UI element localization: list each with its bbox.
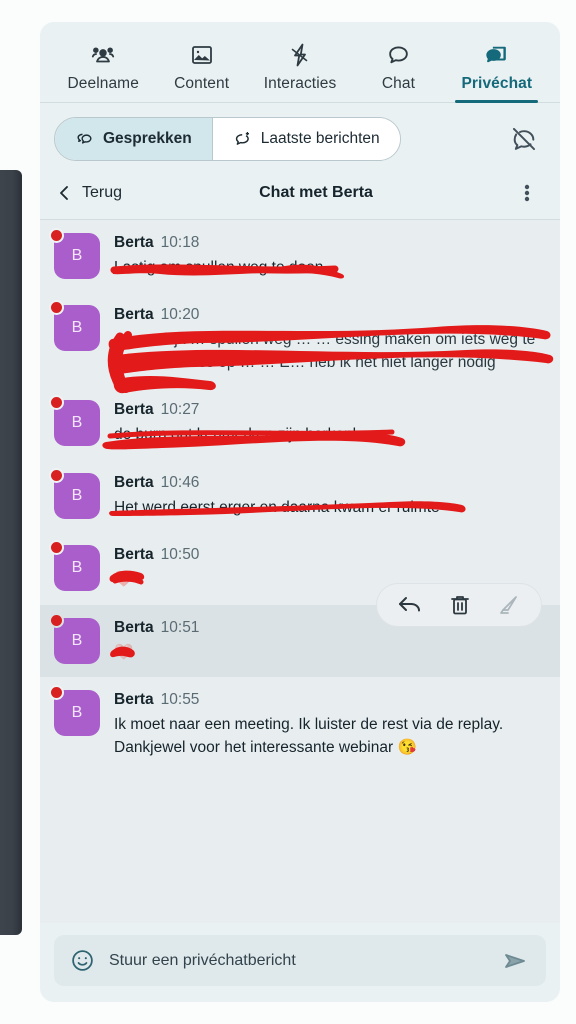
chevron-left-icon (56, 184, 72, 202)
avatar-wrap: B (49, 467, 100, 519)
sender-name: Berta (114, 306, 154, 324)
message-text: Het werd eerst erger en daarna kwam er r… (109, 497, 466, 519)
avatar-wrap: B (49, 395, 100, 447)
message-body: Berta 10:46 Het werd eerst erger en daarn… (109, 473, 544, 519)
avatar-wrap: B (49, 540, 100, 592)
kebab-menu-icon[interactable] (510, 181, 544, 205)
message-item[interactable]: B Berta 10:55 Ik moet naar een meeting. I… (40, 677, 560, 772)
message-item[interactable]: B Berta 10:18 Lastig om spullen weg te do… (40, 220, 560, 292)
unread-dot-badge (49, 467, 64, 483)
timestamp: 10:50 (160, 546, 200, 564)
send-icon[interactable] (502, 949, 530, 973)
message-list[interactable]: B Berta 10:18 Lastig om spullen weg te do… (40, 220, 560, 923)
page-title: Chat met Berta (259, 184, 373, 201)
tab-label: Deelname (67, 75, 139, 92)
tab-label: Chat (381, 75, 415, 92)
message-text: de burn out kenmerken zijn herkenbaar (102, 424, 406, 450)
timestamp: 10:18 (160, 234, 200, 251)
tab-content[interactable]: Content (152, 36, 250, 102)
segment-label: Gesprekken (103, 130, 192, 147)
highlight-icon[interactable] (497, 593, 521, 617)
message-meta: Berta 10:20 (114, 306, 544, 324)
message-text: Ik moet naar een meeting. Ik luister de … (114, 716, 504, 756)
segment-laatste-berichten[interactable]: Laatste berichten (211, 118, 400, 160)
message-actions-toolbar (376, 582, 542, 627)
segment-gesprekken[interactable]: Gesprekken (55, 118, 212, 160)
trash-icon[interactable] (449, 593, 471, 617)
left-edge-rail (0, 170, 22, 935)
message-item[interactable]: B Berta 10:27 de burn out kenmerken zijn … (40, 387, 560, 459)
tab-deelname[interactable]: Deelname (54, 36, 152, 102)
sender-name: Berta (114, 401, 154, 419)
message-item[interactable]: B Berta 10:46 Het werd eerst erger en daa… (40, 460, 560, 532)
conversation-filter-row: Gesprekken Laatste berichten (40, 103, 560, 175)
chats-icon (75, 130, 94, 149)
lightning-bolt-icon (288, 42, 312, 68)
unread-dot-badge (49, 612, 64, 628)
timestamp: 10:51 (160, 618, 200, 636)
tab-label: Privéchat (461, 75, 533, 92)
tab-label: Interacties (263, 75, 337, 92)
timestamp: 10:46 (160, 473, 200, 491)
message-body: Berta 10:18 Lastig om spullen weg te doen (110, 233, 544, 279)
composer: Stuur een privéchatbericht (40, 923, 560, 1002)
conversation-header: Terug Chat met Berta (40, 175, 560, 220)
back-button[interactable]: Terug (56, 184, 122, 202)
people-group-icon (90, 42, 116, 68)
message-text: ❤️ (109, 569, 145, 591)
sender-name: Berta (114, 546, 154, 564)
tab-interacties[interactable]: Interacties (251, 36, 349, 102)
private-chat-icon (484, 42, 509, 68)
sender-name: Berta (114, 618, 154, 636)
message-item[interactable]: B Berta 10:20 … moeilijk … spullen weg … … (40, 292, 560, 394)
main-tabbar: Deelname Content Interacties Chat Privéc… (40, 22, 560, 103)
message-body: Berta 10:20 … moeilijk … spullen weg … … … (107, 305, 554, 394)
message-input[interactable]: Stuur een privéchatbericht (109, 952, 488, 970)
message-body: Berta 10:27 de burn out kenmerken zijn he… (102, 400, 544, 450)
message-text: Lastig om spullen weg te doen (110, 257, 345, 279)
sender-name: Berta (114, 234, 154, 251)
tab-chat[interactable]: Chat (349, 36, 447, 102)
message-meta: Berta 10:27 (114, 401, 544, 419)
message-meta: Berta 10:46 (114, 474, 544, 492)
avatar-wrap: B (49, 685, 100, 737)
message-text: … moeilijk … spullen weg … … essing make… (107, 325, 554, 394)
new-message-icon (233, 130, 252, 149)
message-meta: Berta 10:55 (114, 691, 544, 709)
segment-label: Laatste berichten (260, 130, 380, 147)
privechat-panel: Deelname Content Interacties Chat Privéc… (40, 22, 560, 1002)
message-meta: Berta 10:50 (114, 546, 544, 564)
timestamp: 10:55 (160, 691, 200, 709)
sender-name: Berta (114, 691, 154, 709)
avatar-wrap: B (49, 612, 100, 664)
message-meta: Berta 10:18 (114, 234, 544, 252)
tab-privechat[interactable]: Privéchat (448, 36, 546, 103)
notifications-off-icon[interactable] (502, 121, 546, 157)
segmented-control: Gesprekken Laatste berichten (54, 117, 401, 161)
tab-label: Content (174, 75, 230, 92)
speech-bubble-icon (386, 42, 411, 68)
avatar-wrap: B (49, 228, 100, 279)
composer-inner[interactable]: Stuur een privéchatbericht (54, 935, 546, 986)
image-icon (190, 42, 214, 68)
app-root: Deelname Content Interacties Chat Privéc… (0, 0, 576, 1024)
smiley-icon[interactable] (70, 948, 95, 973)
message-text: ❤️ (110, 642, 135, 664)
back-label: Terug (82, 184, 123, 201)
unread-dot-badge (49, 228, 64, 243)
message-item[interactable]: B Berta 10:51 ❤️ (40, 582, 560, 678)
sender-name: Berta (114, 473, 154, 491)
message-body: Berta 10:55 Ik moet naar een meeting. Ik … (114, 690, 544, 759)
reply-icon[interactable] (397, 593, 423, 617)
timestamp: 10:27 (160, 401, 200, 419)
avatar-wrap: B (49, 300, 100, 352)
timestamp: 10:20 (160, 306, 200, 324)
